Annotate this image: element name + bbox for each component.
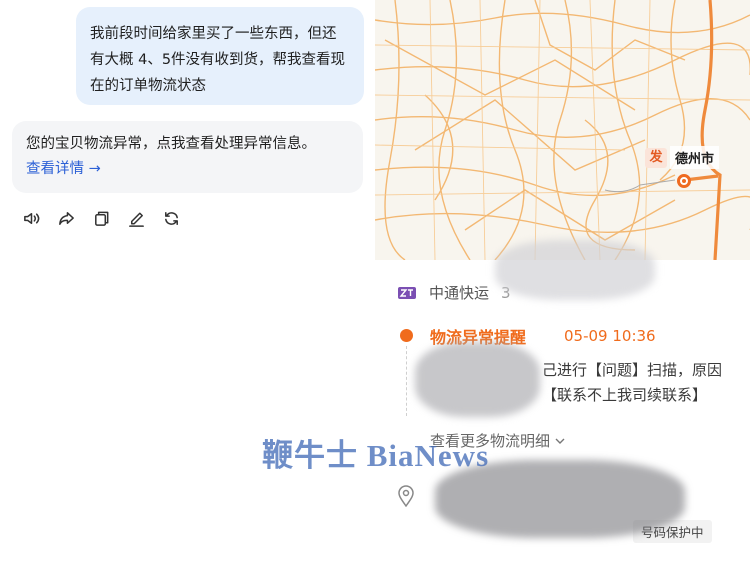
- status-dot: [400, 329, 413, 342]
- status-detail-line-1: 己进行【问题】扫描，原因: [542, 361, 723, 379]
- timeline-line: [406, 346, 407, 416]
- user-message-text: 我前段时间给家里买了一些东西，但还有大概 4、5件没有收到货，帮我查看现在的订单…: [90, 26, 346, 94]
- carrier-name: 中通快运: [429, 284, 490, 302]
- location-pin-icon: [398, 485, 414, 507]
- user-message-bubble: 我前段时间给家里买了一些东西，但还有大概 4、5件没有收到货，帮我查看现在的订单…: [76, 7, 364, 105]
- bot-message-bubble: 您的宝贝物流异常，点我查看处理异常信息。 查看详情 →: [12, 121, 363, 193]
- origin-marker: [677, 174, 691, 188]
- edit-icon[interactable]: [127, 209, 146, 228]
- share-icon[interactable]: [57, 209, 76, 228]
- redaction-scribble: [495, 240, 655, 300]
- redaction-scribble: [415, 342, 540, 417]
- speaker-icon[interactable]: [22, 209, 41, 228]
- logistics-map[interactable]: 发 德州市: [375, 0, 750, 260]
- carrier-row: 中通快运 3: [397, 282, 511, 303]
- map-roads: [375, 0, 750, 260]
- carrier-logo-icon: [398, 286, 416, 299]
- view-details-link[interactable]: 查看详情 →: [26, 157, 349, 182]
- chat-panel: 我前段时间给家里买了一些东西，但还有大概 4、5件没有收到货，帮我查看现在的订单…: [0, 0, 375, 563]
- bot-message-text: 您的宝贝物流异常，点我查看处理异常信息。: [26, 136, 316, 152]
- status-time: 05-09 10:36: [564, 327, 656, 345]
- origin-city-label: 德州市: [670, 146, 720, 169]
- chevron-down-icon: [555, 438, 565, 444]
- watermark: 鞭牛士 BiaNews: [262, 438, 490, 473]
- status-detail-line-2: 【联系不上我司续联系】: [542, 386, 708, 404]
- logistics-card: 中通快运 3 物流异常提醒 05-09 10:36 己进行【问题】扫描，原因 【…: [375, 240, 750, 563]
- regenerate-icon[interactable]: [162, 209, 181, 228]
- origin-badge: 发: [645, 148, 667, 168]
- copy-icon[interactable]: [92, 209, 111, 228]
- message-action-bar: [22, 209, 181, 228]
